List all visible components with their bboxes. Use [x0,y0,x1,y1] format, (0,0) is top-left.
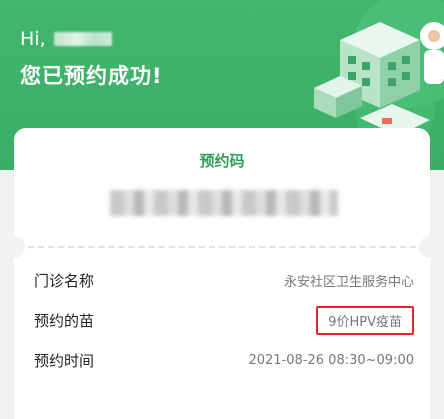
ticket-notch-right [419,236,441,258]
time-value: 2021-08-26 08:30~09:00 [248,352,414,368]
user-name-redacted [53,32,112,46]
appointment-card: 预约码 门诊名称 永安社区卫生服务中心 预约的苗 9价HPV疫苗 预约时间 20… [3,128,441,419]
greeting-text: Hi, [20,28,46,50]
appointment-code-title: 预约码 [199,152,245,170]
time-label: 预约时间 [34,351,95,370]
clinic-value: 永安社区卫生服务中心 [283,274,414,290]
row-time: 预约时间 2021-08-26 08:30~09:00 [34,348,414,372]
vaccine-value: 9价HPV疫苗 [316,305,414,335]
greeting: Hi, [20,28,112,50]
row-vaccine: 预约的苗 9价HPV疫苗 [34,305,414,335]
success-title: 您已预约成功! [20,64,163,88]
ticket-notch-left [3,236,25,258]
dashed-divider [28,246,416,248]
clinic-label: 门诊名称 [34,271,95,290]
row-clinic: 门诊名称 永安社区卫生服务中心 [34,268,414,292]
vaccine-label: 预约的苗 [34,311,95,330]
appointment-code-redacted [110,190,338,216]
